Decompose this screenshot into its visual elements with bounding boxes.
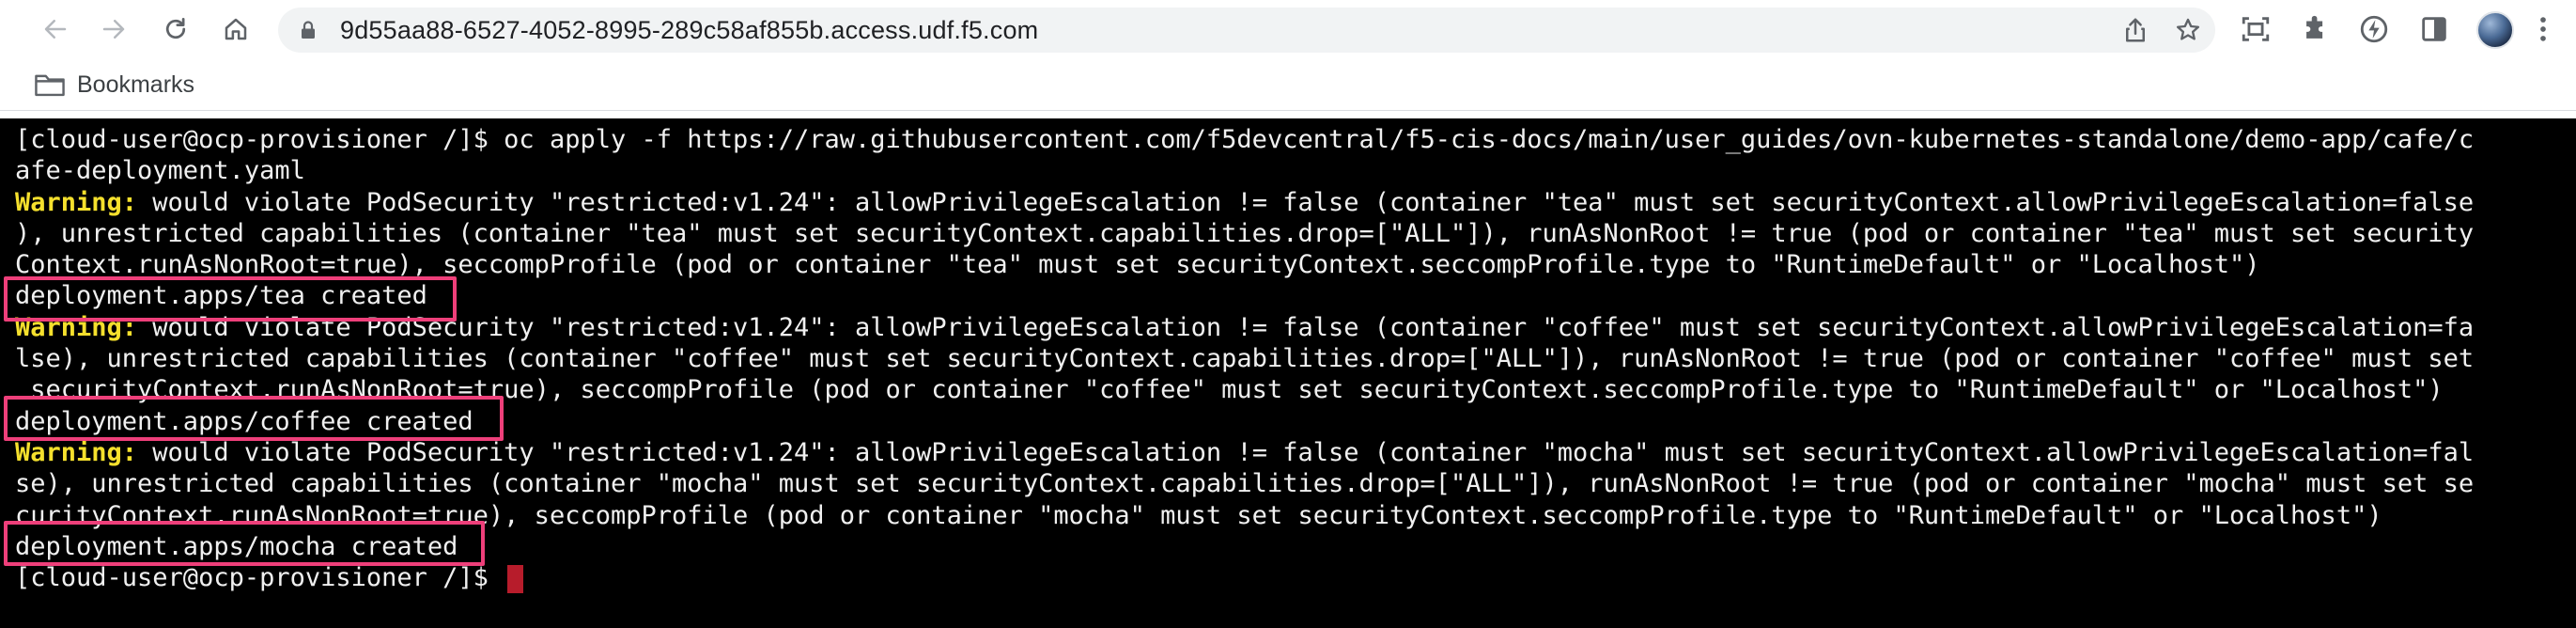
- forward-arrow-icon: [102, 20, 125, 39]
- terminal-line: [cloud-user@ocp-provisioner /]$ oc apply…: [15, 125, 2475, 154]
- terminal-line: afe-deployment.yaml: [15, 156, 305, 186]
- terminal-prompt[interactable]: [cloud-user@ocp-provisioner /]$: [15, 562, 2576, 593]
- reload-button[interactable]: [154, 8, 197, 51]
- home-icon: [225, 18, 247, 40]
- home-button[interactable]: [214, 8, 257, 51]
- terminal-line: Warning: would violate PodSecurity "rest…: [15, 437, 2475, 467]
- reload-icon: [165, 18, 186, 39]
- more-menu-icon[interactable]: [2527, 13, 2559, 45]
- terminal-line-coffee-created: deployment.apps/coffee created: [15, 406, 473, 436]
- lock-icon[interactable]: [297, 19, 319, 41]
- puzzle-extension-icon[interactable]: [2300, 13, 2332, 45]
- side-panel-icon[interactable]: [2418, 13, 2450, 45]
- bookmarks-label: Bookmarks: [77, 71, 195, 98]
- terminal-line: Warning: would violate PodSecurity "rest…: [15, 187, 2475, 217]
- terminal-line: ), unrestricted capabilities (container …: [15, 218, 2475, 248]
- folder-icon: [35, 74, 65, 97]
- terminal-line: securityContext.runAsNonRoot=true), secc…: [15, 375, 2444, 405]
- warning-label: Warning:: [15, 437, 138, 467]
- share-icon[interactable]: [2121, 16, 2149, 44]
- terminal-line: se), unrestricted capabilities (containe…: [15, 469, 2475, 499]
- terminal-line: lse), unrestricted capabilities (contain…: [15, 344, 2475, 374]
- star-icon[interactable]: [2174, 16, 2202, 44]
- profile-avatar[interactable]: [2476, 11, 2514, 49]
- terminal-window[interactable]: [cloud-user@ocp-provisioner /]$ oc apply…: [0, 118, 2576, 628]
- bookmarks-bar: Bookmarks: [0, 58, 2576, 111]
- screen-capture-icon[interactable]: [2240, 13, 2272, 45]
- terminal-line-mocha-created: deployment.apps/mocha created: [15, 531, 458, 561]
- terminal-line: Warning: would violate PodSecurity "rest…: [15, 312, 2475, 342]
- back-arrow-icon: [44, 20, 67, 39]
- url-text[interactable]: 9d55aa88-6527-4052-8995-289c58af855b.acc…: [340, 8, 1038, 53]
- terminal-cursor: [507, 564, 524, 593]
- terminal-line: curityContext.runAsNonRoot=true), seccom…: [15, 500, 2382, 530]
- terminal-line-tea-created: deployment.apps/tea created: [15, 281, 427, 311]
- forward-button[interactable]: [92, 8, 135, 51]
- terminal-line: Context.runAsNonRoot=true), seccompProfi…: [15, 250, 2260, 280]
- browser-toolbar: 9d55aa88-6527-4052-8995-289c58af855b.acc…: [0, 0, 2576, 58]
- warning-label: Warning:: [15, 312, 138, 342]
- bookmarks-folder[interactable]: Bookmarks: [34, 68, 194, 102]
- back-button[interactable]: [34, 8, 77, 51]
- address-bar[interactable]: 9d55aa88-6527-4052-8995-289c58af855b.acc…: [278, 8, 2215, 53]
- warning-label: Warning:: [15, 187, 138, 217]
- lightning-extension-icon[interactable]: [2358, 13, 2390, 45]
